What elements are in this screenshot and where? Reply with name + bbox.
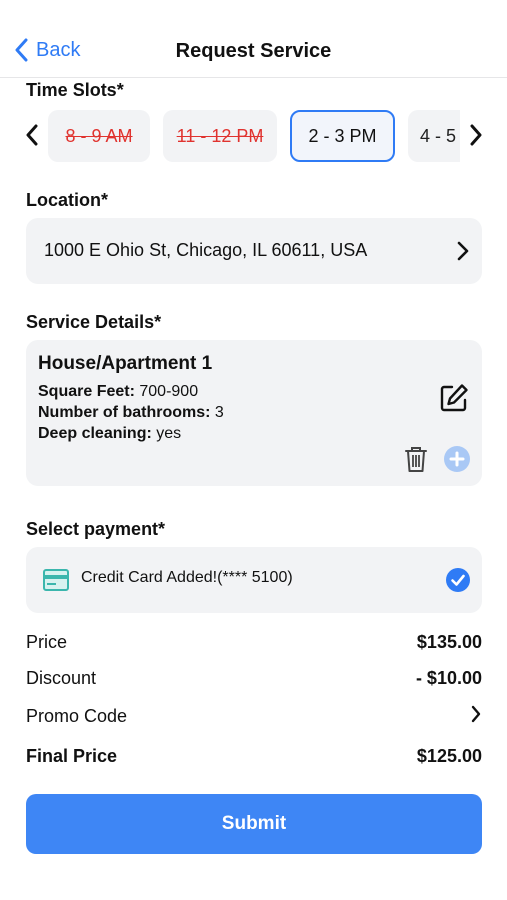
service-item-title: House/Apartment 1 bbox=[38, 353, 213, 374]
discount-label: Discount bbox=[26, 668, 97, 688]
price-value: $135.00 bbox=[416, 632, 482, 652]
detail-bathrooms: Number of bathrooms: 3 bbox=[38, 404, 224, 422]
trash-icon[interactable] bbox=[404, 445, 428, 478]
detail-value: 700-900 bbox=[139, 383, 199, 400]
slots-next-button[interactable] bbox=[466, 122, 486, 148]
plus-circle-icon[interactable] bbox=[444, 446, 470, 477]
chevron-right-icon bbox=[470, 124, 482, 146]
chevron-right-icon bbox=[456, 240, 470, 267]
payment-method-option[interactable]: Credit Card Added!(**** 5100) bbox=[26, 547, 482, 613]
price-row: Price $135.00 bbox=[26, 632, 482, 653]
chevron-left-icon bbox=[26, 124, 38, 146]
time-slots-title: Time Slots* bbox=[26, 80, 124, 100]
final-price-value: $125.00 bbox=[416, 746, 482, 766]
time-slots-row: 8 - 9 AM 11 - 12 PM 2 - 3 PM 4 - 5 bbox=[0, 108, 507, 164]
detail-label: Deep cleaning: bbox=[38, 425, 152, 442]
location-selector[interactable]: 1000 E Ohio St, Chicago, IL 60611, USA bbox=[26, 218, 482, 284]
service-details-card: House/Apartment 1 Square Feet: 700-900 N… bbox=[26, 340, 482, 486]
submit-button[interactable]: Submit bbox=[26, 794, 482, 854]
location-address: 1000 E Ohio St, Chicago, IL 60611, USA bbox=[44, 240, 368, 260]
check-circle-icon bbox=[446, 568, 470, 597]
final-price-label: Final Price bbox=[26, 746, 118, 766]
page-title: Request Service bbox=[175, 40, 332, 62]
time-slot-1[interactable]: 8 - 9 AM bbox=[48, 110, 150, 162]
chevron-right-icon bbox=[470, 704, 482, 729]
detail-label: Number of bathrooms: bbox=[38, 404, 211, 421]
promo-code-label: Promo Code bbox=[26, 706, 128, 726]
edit-icon[interactable] bbox=[438, 382, 470, 419]
discount-row: Discount - $10.00 bbox=[26, 668, 482, 689]
detail-value: yes bbox=[156, 425, 182, 442]
detail-square-feet: Square Feet: 700-900 bbox=[38, 383, 198, 401]
time-slot-4[interactable]: 4 - 5 bbox=[408, 110, 460, 162]
promo-code-row[interactable]: Promo Code bbox=[26, 704, 482, 729]
price-label: Price bbox=[26, 632, 68, 652]
slots-prev-button[interactable] bbox=[22, 122, 42, 148]
detail-value: 3 bbox=[214, 404, 224, 421]
final-price-row: Final Price $125.00 bbox=[26, 746, 482, 767]
time-slot-2[interactable]: 11 - 12 PM bbox=[163, 110, 277, 162]
slots-viewport: 8 - 9 AM 11 - 12 PM 2 - 3 PM 4 - 5 bbox=[48, 108, 460, 164]
payment-title: Select payment* bbox=[26, 519, 166, 539]
time-slot-3[interactable]: 2 - 3 PM bbox=[290, 110, 395, 162]
navigation-bar: Back Request Service bbox=[0, 0, 507, 78]
service-details-title: Service Details* bbox=[26, 312, 162, 332]
detail-label: Square Feet: bbox=[38, 383, 135, 400]
detail-deep-cleaning: Deep cleaning: yes bbox=[38, 425, 181, 443]
payment-method-text: Credit Card Added!(**** 5100) bbox=[81, 569, 293, 586]
discount-value: - $10.00 bbox=[415, 668, 482, 688]
location-title: Location* bbox=[26, 190, 109, 210]
credit-card-icon bbox=[43, 569, 69, 596]
